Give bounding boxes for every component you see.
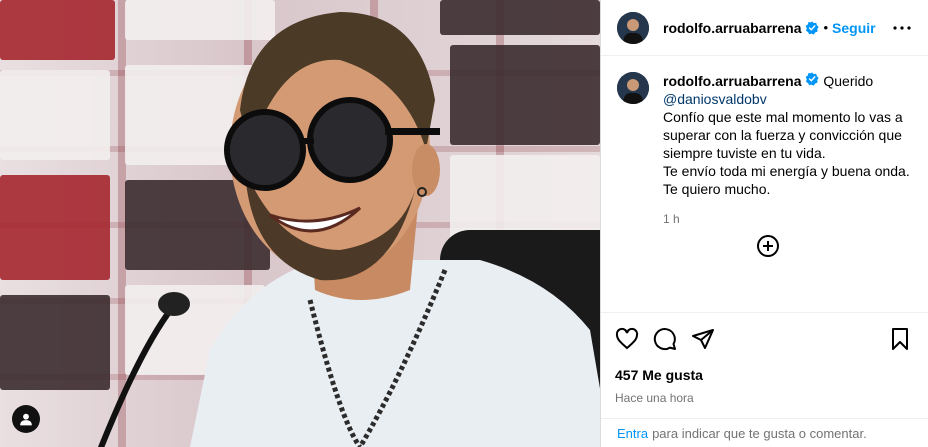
heart-icon[interactable]: [615, 327, 639, 351]
post-timestamp[interactable]: Hace una hora: [615, 391, 912, 405]
caption: rodolfo.arruabarrena Querido @daniosvald…: [617, 72, 912, 228]
smiling-man: [190, 12, 600, 447]
caption-line: Confío que este mal momento lo vas a sup…: [663, 109, 903, 161]
caption-line: Te quiero mucho.: [663, 181, 771, 197]
instagram-post: rodolfo.arruabarrena • Seguir rodolfo.ar…: [0, 0, 928, 447]
like-count[interactable]: 457 Me gusta: [615, 367, 912, 383]
user-tag-icon[interactable]: [12, 405, 40, 433]
caption-avatar[interactable]: [617, 72, 649, 104]
post-side-panel: rodolfo.arruabarrena • Seguir rodolfo.ar…: [600, 0, 928, 447]
action-bar: [615, 327, 912, 351]
verified-badge-icon: [805, 20, 820, 35]
bookmark-icon[interactable]: [888, 327, 912, 351]
caption-line: Te envío toda mi energía y buena onda.: [663, 163, 910, 179]
share-icon[interactable]: [691, 327, 715, 351]
sponsor-board: [0, 70, 110, 160]
caption-text: rodolfo.arruabarrena Querido @daniosvald…: [663, 72, 912, 228]
comment-icon[interactable]: [653, 327, 677, 351]
post-header: rodolfo.arruabarrena • Seguir: [601, 0, 928, 56]
post-actions: 457 Me gusta Hace una hora: [601, 312, 928, 418]
login-prompt: Entra para indicar que te gusta o coment…: [601, 418, 928, 447]
caption-username[interactable]: rodolfo.arruabarrena: [663, 73, 801, 89]
caption-line: Querido: [823, 73, 874, 89]
comments-section: rodolfo.arruabarrena Querido @daniosvald…: [601, 56, 928, 312]
post-photo[interactable]: [0, 0, 600, 447]
author-avatar[interactable]: [617, 11, 649, 44]
microphone: [97, 292, 190, 447]
caption-time[interactable]: 1 h: [663, 210, 912, 228]
follow-button[interactable]: Seguir: [832, 20, 876, 36]
login-link[interactable]: Entra: [617, 426, 648, 441]
author-username[interactable]: rodolfo.arruabarrena: [663, 20, 801, 36]
verified-badge-icon: [805, 72, 820, 86]
add-circle-icon[interactable]: [756, 234, 780, 261]
separator-dot: •: [823, 20, 829, 35]
sponsor-board: [0, 175, 110, 280]
sponsor-board: [0, 0, 115, 60]
login-prompt-text: para indicar que te gusta o comentar.: [652, 425, 867, 441]
more-options-icon[interactable]: [890, 16, 914, 40]
mention-link[interactable]: @daniosvaldobv: [663, 90, 912, 108]
